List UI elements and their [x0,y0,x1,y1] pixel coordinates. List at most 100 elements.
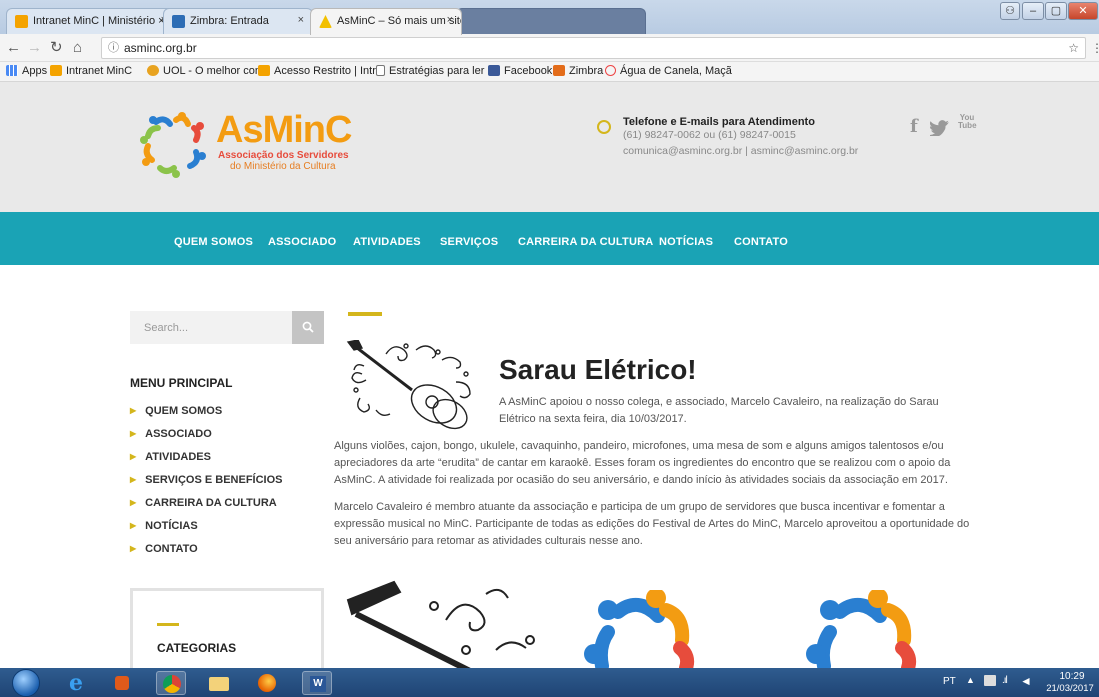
zimbra-favicon-icon [172,15,185,28]
back-arrow-icon[interactable]: ← [6,40,21,56]
facebook-icon[interactable]: f [910,116,918,137]
maximize-button[interactable]: ▢ [1045,2,1067,20]
nav-servicos[interactable]: SERVIÇOS [440,236,498,248]
categories-title: CATEGORIAS [157,641,237,655]
address-bar[interactable]: ⓘ asminc.org.br ☆ [101,37,1086,59]
bookmark-label: Acesso Restrito | Intra [274,65,383,77]
chrome-icon[interactable] [156,671,186,695]
intranet-favicon-icon [258,65,270,76]
side-menu-quem-somos[interactable]: ▶ QUEM SOMOS [130,405,222,417]
nav-contato[interactable]: CONTATO [734,236,788,248]
nav-associado[interactable]: ASSOCIADO [268,236,336,248]
window-close-button[interactable]: ✕ [1068,2,1098,20]
minimize-button[interactable]: – [1022,2,1044,20]
search-icon [302,321,314,333]
menu-principal-title: MENU PRINCIPAL [130,376,233,390]
bookmark-label: UOL - O melhor conte [163,65,271,77]
uol-favicon-icon [147,65,159,76]
profile-button[interactable]: ⚇ [1000,2,1020,20]
logo-wordmark[interactable]: AsMinC [216,109,352,151]
search-input[interactable]: Search... [130,311,292,344]
side-menu-contato[interactable]: ▶ CONTATO [130,543,198,555]
side-menu-label: CONTATO [145,543,198,555]
side-menu-noticias[interactable]: ▶ NOTÍCIAS [130,520,198,532]
bookmark-intranet[interactable]: Intranet MinC [50,65,132,77]
post-paragraph-2: Marcelo Cavaleiro é membro atuante da as… [334,501,970,547]
contact-emails: comunica@asminc.org.br | asminc@asminc.o… [623,145,859,157]
youtube-icon[interactable]: You Tube [958,114,977,130]
bookmark-label: Facebook [504,65,553,77]
clock-icon [597,120,611,134]
nav-quem-somos[interactable]: QUEM SOMOS [174,236,253,248]
home-icon[interactable]: ⌂ [73,40,82,56]
triangle-right-icon: ▶ [130,544,137,553]
bookmark-apps[interactable]: Apps [6,65,47,77]
search-placeholder: Search... [144,322,189,334]
nav-noticias[interactable]: NOTÍCIAS [659,236,713,248]
post-title: Sarau Elétrico! [499,354,697,385]
close-icon[interactable]: × [298,14,304,26]
firefox-icon[interactable] [252,671,282,695]
bookmark-facebook[interactable]: Facebook [488,65,552,77]
menu-kebab-icon[interactable]: ⋮ [1091,40,1099,56]
clock-time[interactable]: 10:29 [1052,671,1092,682]
clock-date[interactable]: 21/03/2017 [1042,683,1098,694]
page-icon [376,65,385,76]
contact-phones: (61) 98247-0062 ou (61) 98247-0015 [623,129,796,141]
tab-label: Intranet MinC | Ministério × [33,15,165,27]
tab-zimbra[interactable]: Zimbra: Entrada × [163,8,313,34]
signal-icon[interactable]: .ıl [1002,675,1008,686]
windows-start-icon[interactable] [12,669,40,697]
media-player-icon[interactable] [108,671,138,695]
post-paragraph-1: Alguns violões, cajon, bongo, ukulele, c… [334,440,951,486]
language-indicator[interactable]: PT [943,676,956,687]
bookmark-uol[interactable]: UOL - O melhor conte [147,65,270,77]
triangle-right-icon: ▶ [130,406,137,415]
side-menu-servicos[interactable]: ▶ SERVIÇOS E BENEFÍCIOS [130,474,282,486]
search-button[interactable] [292,311,324,344]
guitar-image-icon [346,580,535,668]
bookmark-label: Intranet MinC [66,65,133,77]
star-icon[interactable]: ☆ [1068,38,1079,58]
triangle-right-icon: ▶ [130,452,137,461]
apps-grid-icon [6,65,18,76]
info-icon[interactable]: ⓘ [108,38,119,58]
asminc-logo-icon[interactable] [138,112,218,182]
nav-atividades[interactable]: ATIVIDADES [353,236,421,248]
bookmark-estrategias[interactable]: Estratégias para ler m [376,65,497,77]
asminc-figures-image-2-icon [806,590,917,668]
bookmarks-bar: Apps Intranet MinC UOL - O melhor conte … [0,62,1099,82]
bookmark-agua[interactable]: Água de Canela, Maçã [605,65,732,77]
side-menu-atividades[interactable]: ▶ ATIVIDADES [130,451,211,463]
reload-icon[interactable]: ↻ [50,40,63,56]
network-icon[interactable] [984,675,996,686]
volume-icon[interactable]: ◄ [1020,674,1032,688]
tab-intranet[interactable]: Intranet MinC | Ministério × × [6,8,176,34]
logo-subtitle-2: do Ministério da Cultura [230,161,336,172]
bookmark-label: Água de Canela, Maçã [620,65,732,77]
close-icon[interactable]: × [447,14,453,26]
bookmark-acesso[interactable]: Acesso Restrito | Intra [258,65,382,77]
bookmark-label: Zimbra [569,65,604,77]
tab-asminc[interactable]: AsMinC – Só mais um site × [310,8,462,35]
main-nav: QUEM SOMOS ASSOCIADO ATIVIDADES SERVIÇOS… [0,212,1099,265]
nav-carreira-da-cultura[interactable]: CARREIRA DA CULTURA [518,236,653,248]
asminc-favicon-icon [319,15,332,28]
tray-expand-icon[interactable]: ▲ [966,675,975,685]
tab-blurred[interactable] [456,8,646,34]
accent-bar [157,623,179,626]
side-menu-associado[interactable]: ▶ ASSOCIADO [130,428,212,440]
browser-toolbar: ← → ↻ ⌂ ⓘ asminc.org.br ☆ ⋮ [0,34,1099,62]
intranet-favicon-icon [50,65,62,76]
tab-label: AsMinC – Só mais um site [337,15,462,27]
bookmark-zimbra[interactable]: Zimbra [553,65,603,77]
post-intro: A AsMinC apoiou o nosso colega, e associ… [499,396,939,425]
word-icon[interactable]: W [302,671,332,695]
file-explorer-icon[interactable] [204,671,234,695]
side-menu-carreira[interactable]: ▶ CARREIRA DA CULTURA [130,497,277,509]
logo-wordmark-text: AsMinC [216,109,352,151]
twitter-icon[interactable] [930,120,950,136]
forward-arrow-icon[interactable]: → [27,40,42,56]
side-menu-label: ATIVIDADES [145,451,211,463]
internet-explorer-icon[interactable]: e [62,671,92,695]
